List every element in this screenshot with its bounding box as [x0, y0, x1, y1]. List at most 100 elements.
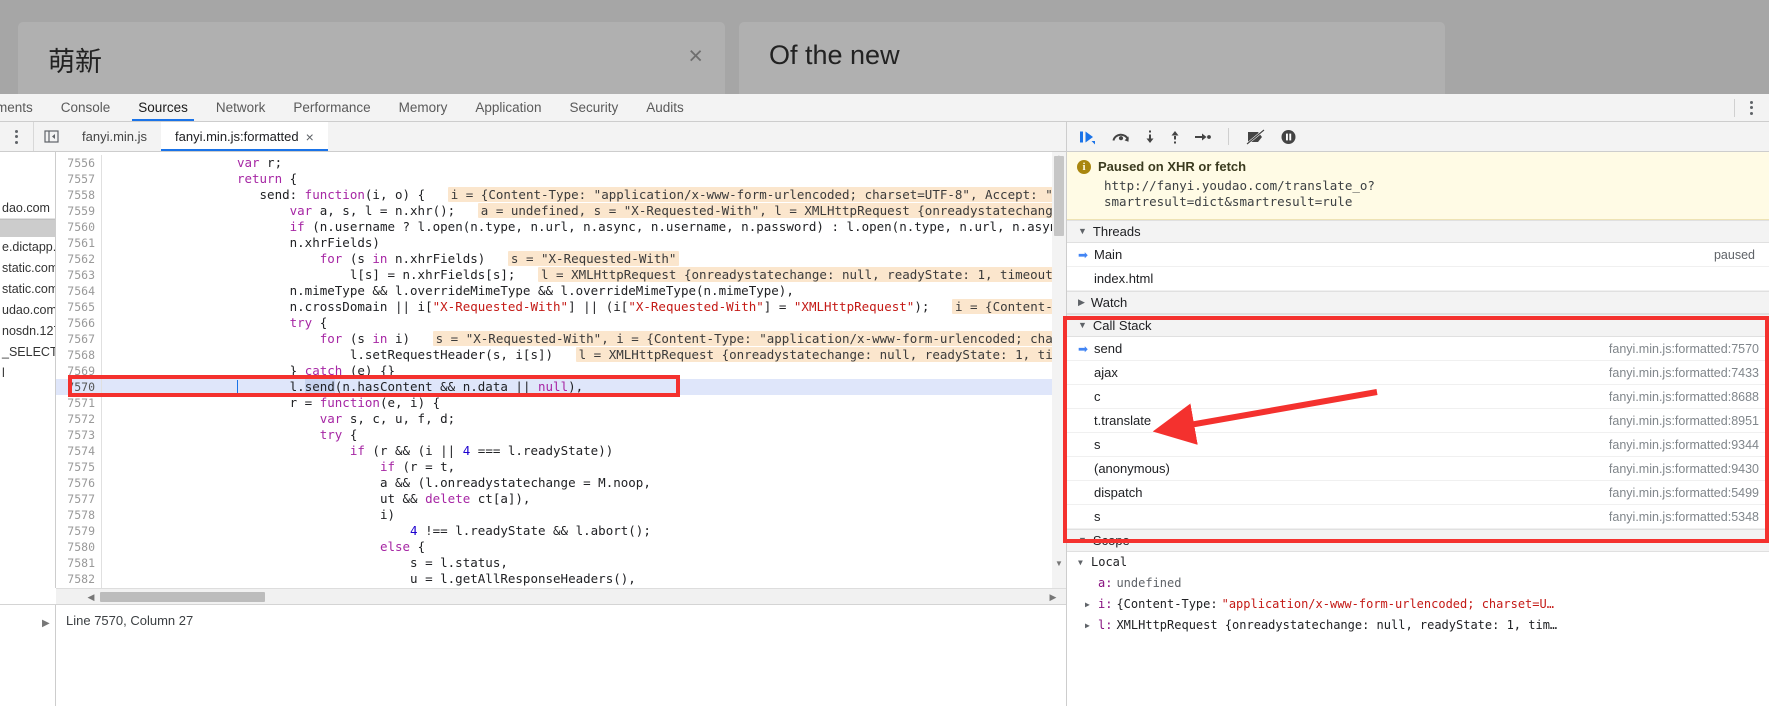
line-number[interactable]: 7573 [56, 427, 102, 443]
tab-performance[interactable]: Performance [279, 94, 384, 121]
thread-item-index-html[interactable]: index.html [1067, 267, 1769, 291]
file-tab-fanyi-min-js-formatted[interactable]: fanyi.min.js:formatted × [161, 122, 328, 151]
call-stack-frame[interactable]: s fanyi.min.js:formatted:5348 [1067, 505, 1769, 529]
scroll-down-icon[interactable]: ▼ [1055, 559, 1063, 568]
line-number[interactable]: 7570 [56, 379, 102, 395]
tab-audits[interactable]: Audits [632, 94, 698, 121]
code-line[interactable]: 7557 return { [56, 171, 1066, 187]
step-icon[interactable] [1194, 129, 1212, 145]
scope-section-header[interactable]: ▼ Scope [1067, 529, 1769, 552]
step-out-of-current-function-icon[interactable] [1169, 129, 1181, 145]
code-line[interactable]: 7569 } catch (e) {} [56, 363, 1066, 379]
close-icon[interactable]: × [688, 44, 703, 69]
code-line[interactable]: 7576 a && (l.onreadystatechange = M.noop… [56, 475, 1066, 491]
line-number[interactable]: 7576 [56, 475, 102, 491]
step-into-next-function-call-icon[interactable] [1144, 129, 1156, 145]
chevron-right-icon[interactable]: ▶ [1085, 615, 1094, 636]
call-stack-frame-location[interactable]: fanyi.min.js:formatted:7570 [1609, 337, 1759, 361]
expand-icon[interactable]: ▶ [42, 618, 50, 629]
code-line[interactable]: 7568 l.setRequestHeader(s, i[s]) l = XML… [56, 347, 1066, 363]
line-number[interactable]: 7565 [56, 299, 102, 315]
code-line[interactable]: 7561 n.xhrFields) [56, 235, 1066, 251]
tab-elements[interactable]: ments [0, 94, 47, 121]
call-stack-frame-location[interactable]: fanyi.min.js:formatted:9344 [1609, 433, 1759, 457]
code-line[interactable]: 7566 try { [56, 315, 1066, 331]
call-stack-frame-location[interactable]: fanyi.min.js:formatted:8688 [1609, 385, 1759, 409]
call-stack-frame-location[interactable]: fanyi.min.js:formatted:5499 [1609, 481, 1759, 505]
call-stack-frame-location[interactable]: fanyi.min.js:formatted:9430 [1609, 457, 1759, 481]
call-stack-frame[interactable]: ajax fanyi.min.js:formatted:7433 [1067, 361, 1769, 385]
chevron-right-icon[interactable]: ▶ [1085, 594, 1094, 615]
scope-variable-row[interactable]: a: undefined [1067, 573, 1769, 594]
code-line[interactable]: 7572 var s, c, u, f, d; [56, 411, 1066, 427]
navigator-more-options-icon[interactable] [0, 122, 34, 151]
scope-variable-row[interactable]: ▶ i: {Content-Type: "application/x-www-for… [1067, 594, 1769, 615]
line-number[interactable]: 7578 [56, 507, 102, 523]
scroll-left-icon[interactable]: ◀ [86, 592, 96, 602]
scope-variable-row[interactable]: ▶ l: XMLHttpRequest {onreadystatechange: n… [1067, 615, 1769, 636]
code-line[interactable]: 7562 for (s in n.xhrFields) s = "X-Reque… [56, 251, 1066, 267]
code-line[interactable]: 7581 s = l.status, [56, 555, 1066, 571]
scroll-right-icon[interactable]: ▶ [1048, 592, 1058, 602]
line-number[interactable]: 7575 [56, 459, 102, 475]
devtools-main-menu-icon[interactable] [1743, 99, 1759, 117]
tab-memory[interactable]: Memory [385, 94, 462, 121]
step-over-next-function-call-icon[interactable] [1111, 129, 1131, 145]
code-line[interactable]: 7580 else { [56, 539, 1066, 555]
code-line[interactable]: 7558 send: function(i, o) { i = {Content… [56, 187, 1066, 203]
editor-horizontal-scrollbar[interactable]: ◀ ▶ [56, 588, 1066, 604]
tab-network[interactable]: Network [202, 94, 280, 121]
threads-section-header[interactable]: ▼ Threads [1067, 220, 1769, 243]
code-line[interactable]: 7577 ut && delete ct[a]), [56, 491, 1066, 507]
call-stack-frame[interactable]: (anonymous) fanyi.min.js:formatted:9430 [1067, 457, 1769, 481]
line-number[interactable]: 7561 [56, 235, 102, 251]
line-number[interactable]: 7582 [56, 571, 102, 587]
navigator-item[interactable]: nosdn.127 [0, 321, 55, 342]
tab-security[interactable]: Security [555, 94, 632, 121]
file-tab-fanyi-min-js[interactable]: fanyi.min.js [68, 122, 162, 151]
code-line[interactable]: 7574 if (r && (i || 4 === l.readyState)) [56, 443, 1066, 459]
line-number[interactable]: 7564 [56, 283, 102, 299]
close-icon[interactable]: × [306, 130, 314, 144]
code-line[interactable]: 7565 n.crossDomain || i["X-Requested-Wit… [56, 299, 1066, 315]
navigator-item[interactable]: udao.com [0, 300, 55, 321]
code-line[interactable]: 7564 n.mimeType && l.overrideMimeType &&… [56, 283, 1066, 299]
thread-item-main[interactable]: ➡ Main paused [1067, 243, 1769, 267]
line-number[interactable]: 7563 [56, 267, 102, 283]
line-number[interactable]: 7577 [56, 491, 102, 507]
navigator-item[interactable]: e.dictapp. [0, 237, 55, 258]
line-number[interactable]: 7562 [56, 251, 102, 267]
code-line[interactable]: 7560 if (n.username ? l.open(n.type, n.u… [56, 219, 1066, 235]
line-number[interactable]: 7558 [56, 187, 102, 203]
navigator-item[interactable]: _SELECTOR [0, 342, 55, 363]
scrollbar-thumb[interactable] [1054, 156, 1064, 236]
show-navigator-icon[interactable] [34, 122, 68, 151]
code-line[interactable]: 7579 4 !== l.readyState && l.abort(); [56, 523, 1066, 539]
line-number[interactable]: 7569 [56, 363, 102, 379]
call-stack-frame-location[interactable]: fanyi.min.js:formatted:8951 [1609, 409, 1759, 433]
call-stack-frame-location[interactable]: fanyi.min.js:formatted:7433 [1609, 361, 1759, 385]
code-line[interactable]: 7578 i) [56, 507, 1066, 523]
code-line[interactable]: 7582 u = l.getAllResponseHeaders(), [56, 571, 1066, 587]
call-stack-section-header[interactable]: ▼ Call Stack [1067, 314, 1769, 337]
line-number[interactable]: 7559 [56, 203, 102, 219]
code-line[interactable]: 7556 var r; [56, 155, 1066, 171]
code-line[interactable]: 7571 r = function(e, i) { [56, 395, 1066, 411]
resume-script-execution-icon[interactable] [1079, 129, 1098, 145]
code-line[interactable]: 7563 l[s] = n.xhrFields[s]; l = XMLHttpR… [56, 267, 1066, 283]
call-stack-frame-location[interactable]: fanyi.min.js:formatted:5348 [1609, 505, 1759, 529]
navigator-item[interactable]: dao.com [0, 198, 55, 219]
line-number[interactable]: 7568 [56, 347, 102, 363]
line-number[interactable]: 7556 [56, 155, 102, 171]
editor-vertical-scrollbar[interactable]: ▲ ▼ [1052, 152, 1066, 588]
line-number[interactable]: 7581 [56, 555, 102, 571]
scope-local-header[interactable]: ▼ Local [1067, 552, 1769, 573]
call-stack-frame[interactable]: ➡ send fanyi.min.js:formatted:7570 [1067, 337, 1769, 361]
watch-section-header[interactable]: ▶ Watch [1067, 291, 1769, 314]
line-number[interactable]: 7580 [56, 539, 102, 555]
line-number[interactable]: 7572 [56, 411, 102, 427]
line-number[interactable]: 7571 [56, 395, 102, 411]
line-number[interactable]: 7579 [56, 523, 102, 539]
code-line[interactable]: 7573 try { [56, 427, 1066, 443]
line-number[interactable]: 7567 [56, 331, 102, 347]
